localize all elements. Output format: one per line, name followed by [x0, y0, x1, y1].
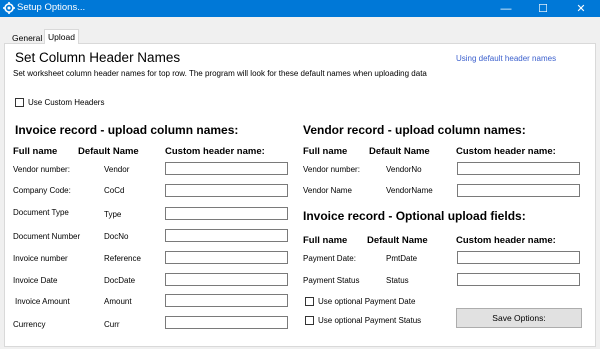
invoice-number-input[interactable]	[165, 251, 288, 264]
optional-row-full: Payment Status	[303, 276, 360, 285]
use-payment-date-label: Use optional Payment Date	[318, 297, 416, 306]
invoice-amount-input[interactable]	[165, 294, 288, 307]
page-title: Set Column Header Names	[15, 50, 181, 65]
invoice-row-default: CoCd	[104, 186, 125, 195]
invoice-row-default: Type	[104, 210, 122, 219]
invoice-row-full: Document Number	[13, 232, 81, 241]
invoice-row-default: DocNo	[104, 232, 129, 241]
use-payment-status-label: Use optional Payment Status	[318, 316, 422, 325]
minimize-button[interactable]: —	[489, 0, 523, 17]
save-options-button[interactable]: Save Options:	[456, 308, 582, 328]
invoice-company-code-input[interactable]	[165, 184, 288, 197]
col-header-default-name: Default Name	[369, 146, 430, 157]
invoice-row-default: Curr	[104, 320, 120, 329]
setup-options-window: Setup Options... — ☐ ✕ General Upload Se…	[0, 0, 600, 349]
vendor-name-input[interactable]	[457, 184, 580, 197]
col-header-custom-name: Custom header name:	[456, 235, 556, 246]
col-header-default-name: Default Name	[78, 146, 139, 157]
gear-icon	[3, 2, 15, 14]
payment-status-input[interactable]	[457, 273, 580, 286]
vendor-number-input[interactable]	[457, 162, 580, 175]
maximize-icon: ☐	[538, 3, 548, 15]
invoice-date-input[interactable]	[165, 273, 288, 286]
invoice-document-type-input[interactable]	[165, 207, 288, 220]
col-header-custom-name: Custom header name:	[165, 146, 265, 157]
payment-date-input[interactable]	[457, 251, 580, 264]
window-title: Setup Options...	[17, 2, 86, 13]
col-header-full-name: Full name	[13, 146, 58, 157]
close-icon: ✕	[576, 3, 586, 15]
invoice-row-full: Document Type	[13, 208, 69, 217]
use-payment-status-checkbox[interactable]	[305, 316, 314, 325]
title-bar: Setup Options... — ☐ ✕	[0, 0, 600, 17]
invoice-vendor-number-input[interactable]	[165, 162, 288, 175]
vendor-row-default: VendorName	[386, 186, 433, 195]
optional-row-full: Payment Date:	[303, 254, 356, 263]
col-header-custom-name: Custom header name:	[456, 146, 556, 157]
optional-row-default: Status	[386, 276, 409, 285]
vendor-row-default: VendorNo	[386, 165, 422, 174]
header-status-link[interactable]: Using default header names	[456, 54, 556, 63]
maximize-button[interactable]: ☐	[526, 0, 560, 17]
invoice-document-number-input[interactable]	[165, 229, 288, 242]
invoice-row-full: Invoice Date	[13, 276, 58, 285]
invoice-row-default: Reference	[104, 254, 141, 263]
tab-general-label: General	[12, 33, 43, 43]
invoice-row-default: Vendor	[104, 165, 130, 174]
use-custom-headers-checkbox[interactable]	[15, 98, 24, 107]
invoice-row-full: Currency	[13, 320, 46, 329]
optional-row-default: PmtDate	[386, 254, 418, 263]
use-payment-date-checkbox[interactable]	[305, 297, 314, 306]
minimize-icon: —	[500, 2, 512, 15]
vendor-section-title: Vendor record - upload column names:	[303, 123, 526, 137]
tab-upload[interactable]: Upload	[44, 29, 79, 44]
invoice-row-default: Amount	[104, 297, 132, 306]
invoice-row-full: Vendor number:	[13, 165, 70, 174]
vendor-row-full: Vendor Name	[303, 186, 352, 195]
col-header-default-name: Default Name	[367, 235, 428, 246]
use-custom-headers-label: Use Custom Headers	[28, 98, 105, 107]
col-header-full-name: Full name	[303, 146, 348, 157]
optional-section-title: Invoice record - Optional upload fields:	[303, 209, 526, 223]
invoice-row-full: Invoice number	[13, 254, 68, 263]
invoice-row-default: DocDate	[104, 276, 136, 285]
invoice-row-full: Invoice Amount	[15, 297, 70, 306]
invoice-section-title: Invoice record - upload column names:	[15, 123, 239, 137]
upload-tab-panel: Set Column Header Names Using default he…	[4, 43, 596, 347]
invoice-currency-input[interactable]	[165, 316, 288, 329]
close-button[interactable]: ✕	[564, 0, 598, 17]
col-header-full-name: Full name	[303, 235, 348, 246]
invoice-row-full: Company Code:	[13, 186, 71, 195]
tab-upload-label: Upload	[48, 32, 75, 42]
vendor-row-full: Vendor number:	[303, 165, 360, 174]
page-description: Set worksheet column header names for to…	[13, 69, 427, 78]
